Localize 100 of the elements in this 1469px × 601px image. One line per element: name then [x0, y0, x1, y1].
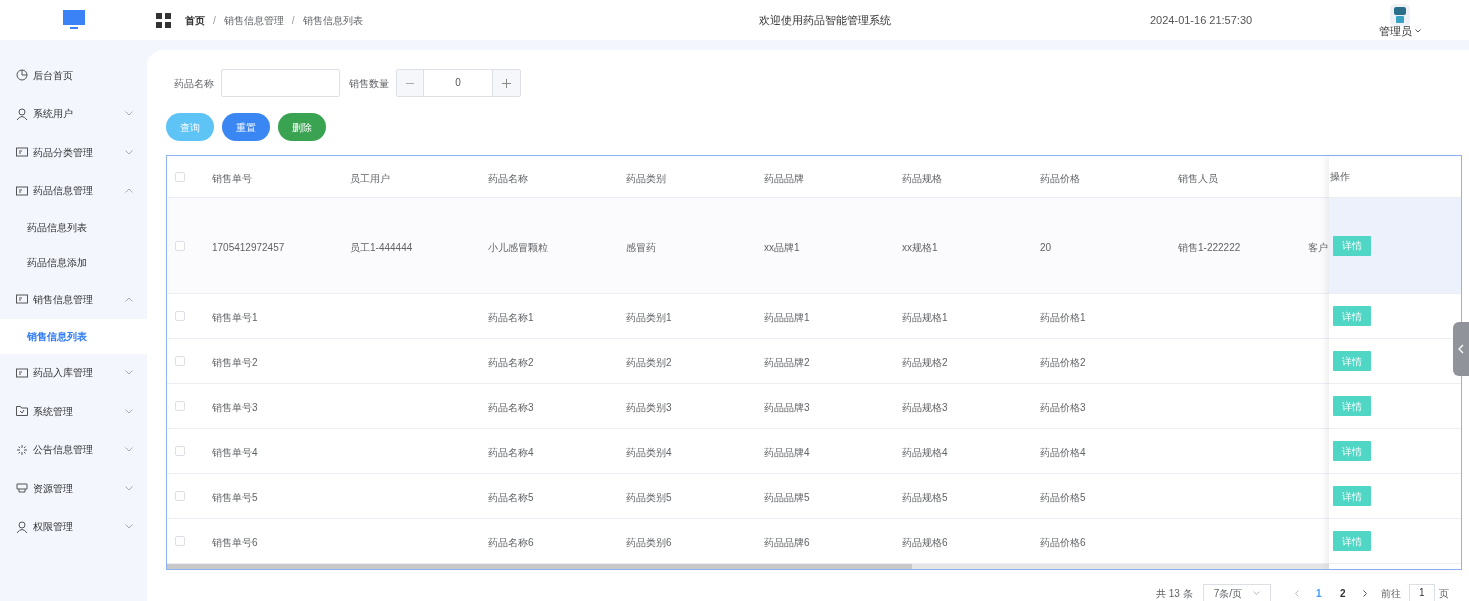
- chevron-down-icon: [125, 370, 133, 376]
- sidebar-item[interactable]: 药品信息管理: [0, 171, 147, 210]
- table-cell: 药品类别5: [626, 492, 672, 503]
- breadcrumb-link[interactable]: 销售信息管理: [223, 12, 284, 28]
- column-header: 药品类别: [626, 172, 666, 184]
- table-cell: 药品价格3: [1040, 402, 1086, 413]
- quantity-value: 0: [454, 76, 462, 90]
- caret-down-icon: [1415, 29, 1421, 33]
- table-cell: 药品名称5: [488, 492, 534, 503]
- table-cell: 药品价格5: [1040, 492, 1086, 503]
- table-cell: 药品规格5: [902, 492, 948, 503]
- row-checkbox[interactable]: [175, 401, 185, 411]
- table-cell: 药品品牌5: [764, 492, 810, 503]
- table-row[interactable]: 1705412972457 员工1-444444 小儿感冒颗粒 感冒药 xx品牌1 xx规格1 20 销售1-222222 客户: [167, 198, 1329, 294]
- minus-button[interactable]: [397, 70, 424, 96]
- breadcrumb-link[interactable]: 首页: [185, 12, 205, 28]
- sidebar-item[interactable]: 系统用户: [0, 94, 147, 133]
- sidebar-item-icon: [16, 146, 28, 159]
- table-cell: 药品品牌4: [764, 447, 810, 458]
- plus-icon: [502, 78, 511, 88]
- table-cell: 药品名称1: [488, 312, 534, 323]
- sidebar-subitem[interactable]: 药品信息列表: [0, 210, 147, 245]
- table-cell: xx规格1: [902, 241, 938, 253]
- chevron-right-icon: [1362, 589, 1367, 597]
- chevron-down-icon: [1252, 591, 1260, 595]
- sidebar-item-icon: [16, 520, 28, 533]
- sidebar-item[interactable]: 销售信息管理: [0, 280, 147, 319]
- sidebar-subitem[interactable]: 销售信息列表: [0, 318, 147, 354]
- table-cell: 药品名称2: [488, 357, 534, 368]
- table-cell: 药品类别3: [626, 402, 672, 413]
- column-header: 药品品牌: [764, 172, 804, 184]
- table-cell: 销售单号5: [212, 492, 258, 503]
- table-cell: 药品品牌3: [764, 402, 810, 413]
- chevron-up-icon: [125, 188, 133, 194]
- row-checkbox[interactable]: [175, 171, 185, 182]
- column-header: 操作: [1330, 170, 1350, 184]
- page-size-select[interactable]: 7条/页: [1202, 584, 1271, 601]
- row-checkbox[interactable]: [175, 491, 185, 501]
- sidebar-item-icon: [16, 107, 28, 120]
- table-cell: 药品名称3: [488, 402, 534, 413]
- chevron-down-icon: [125, 524, 133, 530]
- table-cell: 客户: [1308, 241, 1328, 253]
- table-cell: 药品价格4: [1040, 447, 1086, 458]
- sidebar-item[interactable]: 后台首页: [0, 56, 147, 95]
- table-cell: 药品类别1: [626, 312, 672, 323]
- table-cell: 销售单号2: [212, 357, 258, 368]
- chevron-left-icon: [1294, 589, 1299, 597]
- sidebar-item[interactable]: 系统管理: [0, 392, 147, 431]
- table-cell: 药品规格4: [902, 447, 948, 458]
- table-cell: 药品价格2: [1040, 357, 1086, 368]
- table-cell: 感冒药: [626, 241, 656, 253]
- breadcrumb-link[interactable]: 销售信息列表: [302, 12, 363, 28]
- sidebar-item[interactable]: 权限管理: [0, 507, 147, 546]
- sidebar-subitem[interactable]: 药品信息添加: [0, 245, 147, 280]
- menu-grid-icon[interactable]: [156, 12, 171, 28]
- table-cell: 药品品牌1: [764, 312, 810, 323]
- page-number[interactable]: 2: [1330, 585, 1355, 601]
- table-cell: 药品价格6: [1040, 537, 1086, 548]
- quantity-stepper[interactable]: 0: [396, 69, 521, 97]
- table-cell: 药品价格1: [1040, 312, 1086, 323]
- row-checkbox[interactable]: [175, 446, 185, 456]
- column-header: 药品名称: [488, 172, 528, 184]
- table-cell: 药品类别2: [626, 357, 672, 368]
- sidebar-item-icon: [16, 69, 28, 82]
- horizontal-scrollbar[interactable]: [167, 564, 1329, 569]
- drug-name-input[interactable]: [221, 69, 340, 97]
- chevron-down-icon: [125, 447, 133, 453]
- table-cell: 销售1-222222: [1178, 241, 1241, 253]
- goto-page-input[interactable]: 1: [1408, 584, 1435, 601]
- chevron-up-icon: [125, 296, 133, 302]
- sidebar-item[interactable]: 资源管理: [0, 469, 147, 508]
- table-cell: 药品名称6: [488, 537, 534, 548]
- chevron-down-icon: [125, 149, 133, 155]
- row-checkbox[interactable]: [175, 356, 185, 366]
- chevron-left-icon: [1458, 344, 1464, 354]
- sidebar-item[interactable]: 药品分类管理: [0, 133, 147, 172]
- goto-label: 前往: [1380, 586, 1401, 601]
- row-checkbox[interactable]: [175, 536, 185, 546]
- datetime-text: 2024-01-16 21:57:30: [1150, 12, 1254, 28]
- robot-avatar-icon: [1390, 3, 1410, 26]
- user-menu[interactable]: 管理员: [1379, 25, 1421, 37]
- chevron-down-icon: [125, 408, 133, 414]
- column-header: 销售人员: [1178, 172, 1218, 184]
- chevron-down-icon: [125, 485, 133, 491]
- side-panel-tab[interactable]: [1453, 322, 1469, 376]
- goto-suffix: 页: [1438, 586, 1449, 601]
- plus-button[interactable]: [492, 70, 520, 96]
- action-button[interactable]: 重置: [222, 113, 270, 141]
- table-cell: 1705412972457: [212, 241, 285, 253]
- table-cell: 销售单号3: [212, 402, 258, 413]
- row-checkbox[interactable]: [175, 240, 185, 251]
- sidebar-item[interactable]: 药品入库管理: [0, 353, 147, 392]
- table-cell: 药品名称4: [488, 447, 534, 458]
- sidebar-item-icon: [16, 405, 28, 418]
- column-header: 员工用户: [350, 172, 390, 184]
- row-checkbox[interactable]: [175, 311, 185, 321]
- table-cell: 20: [1040, 241, 1052, 253]
- sidebar-item[interactable]: 公告信息管理: [0, 430, 147, 469]
- table-cell: 药品规格3: [902, 402, 948, 413]
- minus-icon: [406, 82, 414, 84]
